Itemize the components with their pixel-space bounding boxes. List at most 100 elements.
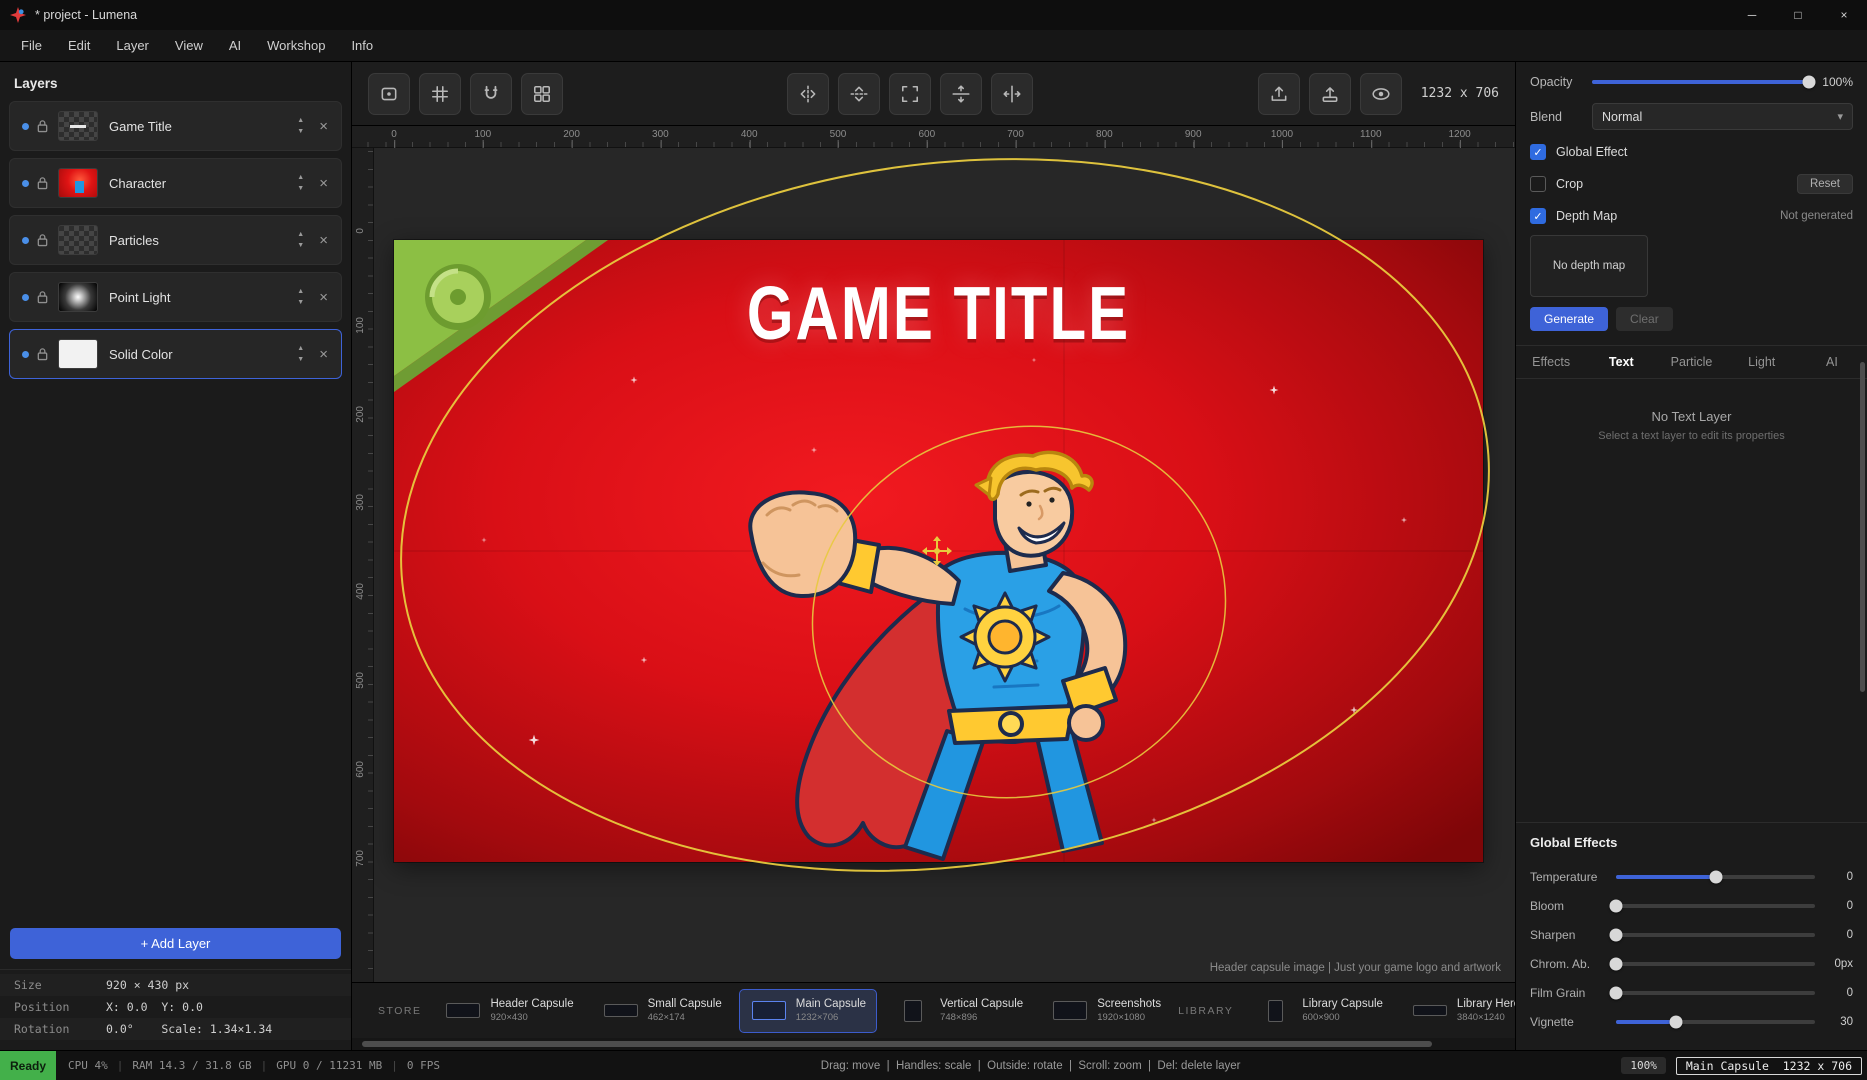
transform-tool-button[interactable] — [368, 73, 410, 115]
depth-map-checkbox[interactable]: ✓ — [1530, 208, 1546, 224]
canvas-viewport[interactable]: GAME TITLE Header capsule image | Just y… — [374, 148, 1515, 982]
layer-row[interactable]: Game Title ▲ ▼ × — [9, 101, 342, 151]
menu-view[interactable]: View — [162, 32, 216, 59]
slider-handle[interactable] — [1709, 870, 1722, 883]
export-button[interactable] — [1258, 73, 1300, 115]
tab-effects[interactable]: Effects — [1516, 346, 1586, 378]
lock-icon[interactable] — [36, 119, 49, 133]
menu-edit[interactable]: Edit — [55, 32, 103, 59]
tab-ai[interactable]: AI — [1797, 346, 1867, 378]
global-effect-checkbox[interactable]: ✓ — [1530, 144, 1546, 160]
capsule-item[interactable]: Vertical Capsule 748×896 — [883, 989, 1034, 1033]
clear-depth-button[interactable]: Clear — [1616, 307, 1673, 331]
scrollbar-thumb[interactable] — [362, 1041, 1432, 1047]
layer-visibility-dot[interactable] — [22, 237, 29, 244]
capsule-artwork[interactable]: GAME TITLE — [394, 240, 1483, 862]
delete-layer-button[interactable]: × — [314, 346, 333, 363]
layer-info: Size 920 × 430 px Position X: 0.0 Y: 0.0… — [0, 969, 351, 1050]
capsule-item[interactable]: Small Capsule 462×174 — [591, 989, 733, 1033]
canvas-h-scrollbar[interactable] — [352, 1038, 1515, 1050]
layer-info-rotation: Rotation 0.0° Scale: 1.34×1.34 — [0, 1018, 351, 1040]
menu-ai[interactable]: AI — [216, 32, 254, 59]
delete-layer-button[interactable]: × — [314, 175, 333, 192]
menu-file[interactable]: File — [8, 32, 55, 59]
move-layer-down-button[interactable]: ▼ — [293, 354, 308, 365]
move-layer-up-button[interactable]: ▲ — [293, 115, 308, 126]
capsule-item[interactable]: Header Capsule 920×430 — [433, 989, 584, 1033]
layer-visibility-dot[interactable] — [22, 294, 29, 301]
maximize-button[interactable]: □ — [1775, 0, 1821, 30]
move-layer-up-button[interactable]: ▲ — [293, 172, 308, 183]
effect-slider[interactable] — [1616, 986, 1815, 1000]
crop-checkbox[interactable] — [1530, 176, 1546, 192]
center-vertical-button[interactable] — [940, 73, 982, 115]
layer-row[interactable]: Character ▲ ▼ × — [9, 158, 342, 208]
move-layer-up-button[interactable]: ▲ — [293, 229, 308, 240]
ruler-mark: 700 — [355, 850, 366, 867]
slider-handle[interactable] — [1610, 928, 1623, 941]
move-layer-down-button[interactable]: ▼ — [293, 297, 308, 308]
tab-light[interactable]: Light — [1727, 346, 1797, 378]
upload-button[interactable] — [1309, 73, 1351, 115]
effect-slider[interactable] — [1616, 899, 1815, 913]
move-layer-down-button[interactable]: ▼ — [293, 183, 308, 194]
move-layer-down-button[interactable]: ▼ — [293, 126, 308, 137]
capsule-group-label: STORE — [378, 1005, 421, 1017]
status-zoom[interactable]: 100% — [1621, 1057, 1666, 1074]
menu-layer[interactable]: Layer — [103, 32, 162, 59]
move-layer-down-button[interactable]: ▼ — [293, 240, 308, 251]
layer-row[interactable]: Solid Color ▲ ▼ × — [9, 329, 342, 379]
flip-vertical-button[interactable] — [838, 73, 880, 115]
layer-row[interactable]: Particles ▲ ▼ × — [9, 215, 342, 265]
global-effects-title: Global Effects — [1530, 835, 1853, 850]
delete-layer-button[interactable]: × — [314, 289, 333, 306]
grid-toggle-button[interactable] — [419, 73, 461, 115]
board-layout-button[interactable] — [521, 73, 563, 115]
menu-workshop[interactable]: Workshop — [254, 32, 338, 59]
delete-layer-button[interactable]: × — [314, 118, 333, 135]
layer-visibility-dot[interactable] — [22, 123, 29, 130]
center-horizontal-button[interactable] — [991, 73, 1033, 115]
tab-text[interactable]: Text — [1586, 346, 1656, 378]
lock-icon[interactable] — [36, 233, 49, 247]
blend-select[interactable]: Normal ▾ — [1592, 103, 1853, 130]
effect-slider[interactable] — [1616, 870, 1815, 884]
generate-depth-button[interactable]: Generate — [1530, 307, 1608, 331]
add-layer-button[interactable]: + Add Layer — [10, 928, 341, 959]
effect-slider[interactable] — [1616, 928, 1815, 942]
crop-reset-button[interactable]: Reset — [1797, 174, 1853, 194]
capsule-item[interactable]: Main Capsule 1232×706 — [739, 989, 877, 1033]
vertical-ruler: 0100200300400500600700 — [352, 148, 374, 982]
snap-magnet-button[interactable] — [470, 73, 512, 115]
delete-layer-button[interactable]: × — [314, 232, 333, 249]
effect-slider[interactable] — [1616, 1015, 1815, 1029]
minimize-button[interactable]: ─ — [1729, 0, 1775, 30]
layer-row[interactable]: Point Light ▲ ▼ × — [9, 272, 342, 322]
opacity-slider[interactable] — [1592, 75, 1809, 89]
global-effects-sliders: Temperature 0 Bloom 0 Sharpen 0 Chrom. A… — [1530, 862, 1853, 1036]
capsule-item[interactable]: Screenshots 1920×1080 — [1040, 989, 1172, 1033]
slider-handle[interactable] — [1669, 1015, 1682, 1028]
slider-handle[interactable] — [1610, 957, 1623, 970]
move-layer-up-button[interactable]: ▲ — [293, 343, 308, 354]
layer-visibility-dot[interactable] — [22, 180, 29, 187]
close-button[interactable]: × — [1821, 0, 1867, 30]
check-icon: ✓ — [1533, 146, 1542, 159]
menu-info[interactable]: Info — [338, 32, 386, 59]
fit-view-button[interactable] — [889, 73, 931, 115]
move-layer-up-button[interactable]: ▲ — [293, 286, 308, 297]
slider-handle[interactable] — [1610, 986, 1623, 999]
tab-particle[interactable]: Particle — [1656, 346, 1726, 378]
layer-visibility-dot[interactable] — [22, 351, 29, 358]
capsule-item[interactable]: Library Capsule 600×900 — [1245, 989, 1394, 1033]
effect-slider[interactable] — [1616, 957, 1815, 971]
panel-scrollbar[interactable] — [1860, 362, 1865, 692]
lock-icon[interactable] — [36, 347, 49, 361]
preview-toggle-button[interactable] — [1360, 73, 1402, 115]
flip-horizontal-button[interactable] — [787, 73, 829, 115]
slider-handle[interactable] — [1803, 76, 1816, 89]
lock-icon[interactable] — [36, 176, 49, 190]
lock-icon[interactable] — [36, 290, 49, 304]
slider-handle[interactable] — [1610, 899, 1623, 912]
capsule-item[interactable]: Library Hero 3840×1240 — [1400, 989, 1515, 1033]
